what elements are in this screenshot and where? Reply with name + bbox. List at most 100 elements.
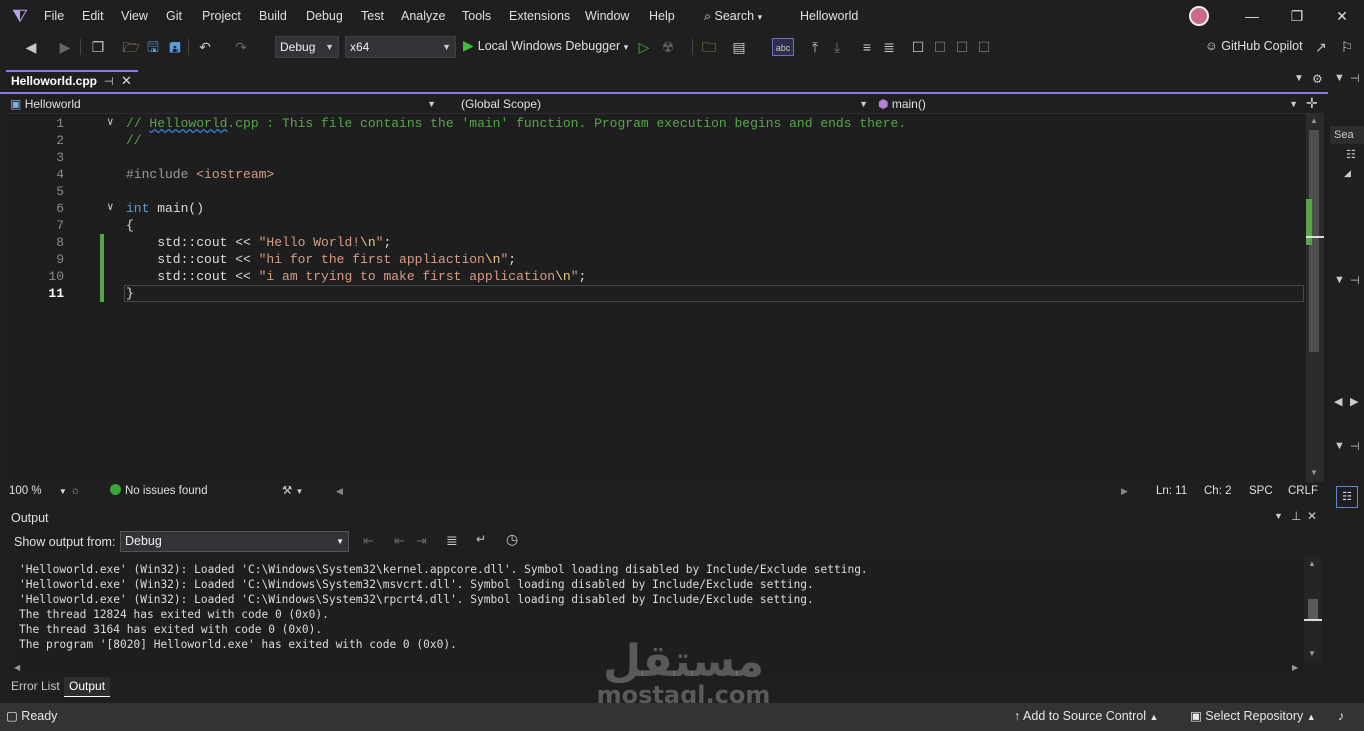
- configuration-dropdown[interactable]: Debug ▼: [275, 36, 339, 58]
- editor-vertical-scrollbar[interactable]: ▲ ▼: [1306, 114, 1324, 482]
- scrollbar-thumb[interactable]: [1308, 599, 1318, 619]
- collapse-icon[interactable]: ◢: [1344, 168, 1351, 179]
- code-editor[interactable]: 1 ∨ // Helloworld.cpp : This file contains…: [6, 114, 1306, 482]
- code-line[interactable]: 9 std::cout << "hi for the first appliac…: [6, 251, 1306, 268]
- code-cleanup-icon[interactable]: ⚒ ▼: [282, 482, 303, 501]
- window-position-icon[interactable]: ▼: [1274, 511, 1283, 521]
- split-editor-icon[interactable]: ✛: [1306, 95, 1318, 112]
- tab-helloworld-cpp[interactable]: Helloworld.cpp ⊣ ✕: [6, 70, 138, 92]
- menu-file[interactable]: File: [44, 9, 64, 23]
- bookmark-icon[interactable]: ☐: [910, 38, 926, 56]
- menu-project[interactable]: Project: [202, 9, 241, 23]
- scroll-down-icon[interactable]: ▼: [1310, 468, 1318, 477]
- menu-help[interactable]: Help: [649, 9, 675, 23]
- menu-tools[interactable]: Tools: [462, 9, 491, 23]
- scroll-right-icon[interactable]: ▶: [1121, 482, 1128, 500]
- code-line[interactable]: 2 //: [6, 132, 1306, 149]
- minimize-button[interactable]: —: [1240, 4, 1264, 28]
- next-bookmark-icon[interactable]: ☐: [954, 38, 970, 56]
- new-project-icon[interactable]: ❐: [88, 38, 108, 56]
- menu-build[interactable]: Build: [259, 9, 287, 23]
- close-icon[interactable]: ✕: [1307, 509, 1317, 523]
- scope-dropdown[interactable]: (Global Scope) ▼: [461, 96, 868, 113]
- step-icon[interactable]: ⤓: [828, 38, 846, 56]
- gear-icon[interactable]: ⚙: [1312, 72, 1323, 86]
- forward-icon[interactable]: ▶: [56, 38, 74, 56]
- chevron-down-icon[interactable]: ▼: [1334, 440, 1345, 452]
- redo-icon[interactable]: ↷: [232, 38, 250, 56]
- output-source-dropdown[interactable]: Debug ▼: [120, 531, 349, 552]
- save-all-icon[interactable]: 🖪: [166, 38, 184, 56]
- pin-icon[interactable]: ⊥: [1291, 509, 1301, 523]
- chevron-down-icon[interactable]: ▼: [1334, 72, 1345, 84]
- tab-output[interactable]: Output: [64, 677, 111, 697]
- code-line[interactable]: 4 #include <iostream>: [6, 166, 1306, 183]
- share-icon[interactable]: ↗: [1313, 38, 1329, 56]
- prev-bookmark-icon[interactable]: ☐: [932, 38, 948, 56]
- menu-window[interactable]: Window: [585, 9, 629, 23]
- search-button[interactable]: ⌕ Search ▾: [704, 9, 762, 24]
- scroll-right-icon[interactable]: ▶: [1350, 395, 1358, 408]
- scroll-left-icon[interactable]: ◀: [14, 663, 20, 672]
- search-solution-input[interactable]: Sea: [1330, 126, 1364, 144]
- start-debugging-button[interactable]: ▶ Local Windows Debugger ▾: [463, 37, 628, 54]
- issues-indicator[interactable]: No issues found: [110, 482, 207, 500]
- pin-icon[interactable]: ⊣: [1350, 72, 1360, 85]
- scroll-up-icon[interactable]: ▲: [1310, 116, 1318, 125]
- filter-icon[interactable]: ☷: [1346, 148, 1356, 161]
- properties-icon[interactable]: ☷: [1336, 486, 1358, 508]
- avatar[interactable]: [1189, 6, 1209, 26]
- ai-icon[interactable]: ☼: [70, 482, 81, 500]
- comment-lines-icon[interactable]: ≡: [858, 38, 876, 56]
- line-number[interactable]: Ln: 11: [1156, 482, 1187, 500]
- code-line[interactable]: 1 ∨ // Helloworld.cpp : This file contains…: [6, 115, 1306, 132]
- prev-message-icon[interactable]: ⇤: [394, 533, 405, 549]
- clear-bookmarks-icon[interactable]: ☐: [976, 38, 992, 56]
- scroll-up-icon[interactable]: ▲: [1308, 559, 1316, 568]
- restore-button[interactable]: ❐: [1285, 4, 1309, 28]
- debug-location-icon[interactable]: ⤒: [806, 38, 824, 56]
- uncomment-lines-icon[interactable]: ≣: [880, 38, 898, 56]
- save-icon[interactable]: 🖫: [144, 38, 162, 56]
- word-wrap-icon[interactable]: ↵: [476, 532, 486, 546]
- undo-icon[interactable]: ↶: [196, 38, 214, 56]
- whitespace-mode[interactable]: SPC: [1249, 482, 1273, 500]
- start-without-debugging-icon[interactable]: ▷: [636, 38, 652, 56]
- close-icon[interactable]: ✕: [121, 72, 132, 90]
- column-number[interactable]: Ch: 2: [1204, 482, 1232, 500]
- notifications-icon[interactable]: ♪: [1338, 703, 1344, 729]
- fold-toggle-icon[interactable]: ∨: [107, 115, 114, 132]
- zoom-dropdown[interactable]: 100 % ▼: [9, 482, 67, 501]
- scroll-down-icon[interactable]: ▼: [1308, 649, 1316, 658]
- tab-overflow-icon[interactable]: ▼: [1294, 73, 1304, 84]
- menu-extensions[interactable]: Extensions: [509, 9, 570, 23]
- menu-git[interactable]: Git: [166, 9, 182, 23]
- open-file-icon[interactable]: 🗁: [122, 38, 140, 56]
- github-copilot-button[interactable]: ☺ GitHub Copilot: [1205, 39, 1303, 53]
- solution-explorer-icon[interactable]: 🗀: [700, 38, 718, 56]
- next-message-icon[interactable]: ⇥: [416, 533, 427, 549]
- spell-check-icon[interactable]: abc: [772, 38, 794, 56]
- code-line[interactable]: 6 ∨ int main(): [6, 200, 1306, 217]
- output-vertical-scrollbar[interactable]: ▲ ▼: [1304, 557, 1322, 663]
- hot-reload-icon[interactable]: ☢: [660, 38, 676, 56]
- clock-icon[interactable]: ◷: [506, 531, 518, 548]
- menu-debug[interactable]: Debug: [306, 9, 343, 23]
- menu-edit[interactable]: Edit: [82, 9, 104, 23]
- scroll-right-icon[interactable]: ▶: [1292, 663, 1298, 672]
- pin-icon[interactable]: ⊣: [1350, 274, 1360, 287]
- layout-icon[interactable]: ▤: [730, 38, 748, 56]
- add-to-source-control-button[interactable]: ↑ Add to Source Control ▲: [1014, 703, 1158, 730]
- clear-all-icon[interactable]: ≣: [446, 532, 458, 549]
- find-message-icon[interactable]: ⇤: [363, 533, 374, 549]
- chevron-down-icon[interactable]: ▼: [1334, 274, 1345, 286]
- pin-icon[interactable]: ⊣: [1350, 440, 1360, 453]
- menu-view[interactable]: View: [121, 9, 148, 23]
- member-dropdown[interactable]: ⬢ main() ▼: [878, 96, 1298, 113]
- close-window-button[interactable]: ✕: [1330, 4, 1354, 28]
- code-line[interactable]: 3: [6, 149, 1306, 166]
- select-repository-button[interactable]: ▣ Select Repository ▲: [1190, 703, 1316, 730]
- code-line[interactable]: 5: [6, 183, 1306, 200]
- project-dropdown[interactable]: ▣ Helloworld ▼: [10, 96, 436, 113]
- pin-icon[interactable]: ⊣: [104, 73, 114, 91]
